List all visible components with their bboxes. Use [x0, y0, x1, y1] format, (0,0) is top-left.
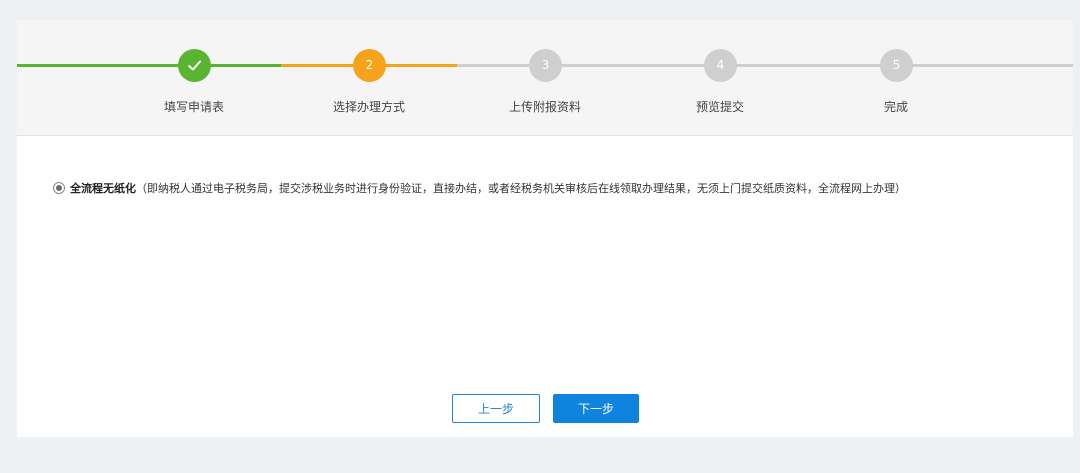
- step-2: 2 选择办理方式: [281, 20, 457, 135]
- step-4-circle: 4: [704, 49, 737, 82]
- next-step-button[interactable]: 下一步: [553, 394, 639, 423]
- step-3-circle: 3: [529, 49, 562, 82]
- step-3-label: 上传附报资料: [508, 100, 581, 114]
- paperless-option-description: （即纳税人通过电子税务局，提交涉税业务时进行身份验证，直接办结，或者经税务机关审…: [136, 182, 906, 195]
- prev-step-button[interactable]: 上一步: [452, 394, 540, 423]
- check-icon: [188, 60, 201, 71]
- step-5-label: 完成: [883, 100, 908, 114]
- step-1-label: 填写申请表: [163, 100, 224, 114]
- step-2-label: 选择办理方式: [332, 100, 405, 114]
- main-panel: 填写申请表 2 选择办理方式 3 上传附报资料 4 预览提交 5 完成 全流程无…: [17, 20, 1073, 437]
- paperless-option-title: 全流程无纸化: [70, 182, 136, 195]
- step-1: 填写申请表: [106, 20, 282, 135]
- step-3: 3 上传附报资料: [457, 20, 633, 135]
- step-2-circle: 2: [353, 49, 386, 82]
- paperless-option[interactable]: 全流程无纸化 （即纳税人通过电子税务局，提交涉税业务时进行身份验证，直接办结，或…: [53, 180, 906, 196]
- progress-stepper: 填写申请表 2 选择办理方式 3 上传附报资料 4 预览提交 5 完成: [17, 20, 1073, 136]
- step-5: 5 完成: [808, 20, 984, 135]
- step-4-label: 预览提交: [695, 100, 744, 114]
- step-4: 4 预览提交: [632, 20, 808, 135]
- step-5-circle: 5: [880, 49, 913, 82]
- step-1-circle: [178, 49, 211, 82]
- paperless-radio[interactable]: [53, 182, 65, 194]
